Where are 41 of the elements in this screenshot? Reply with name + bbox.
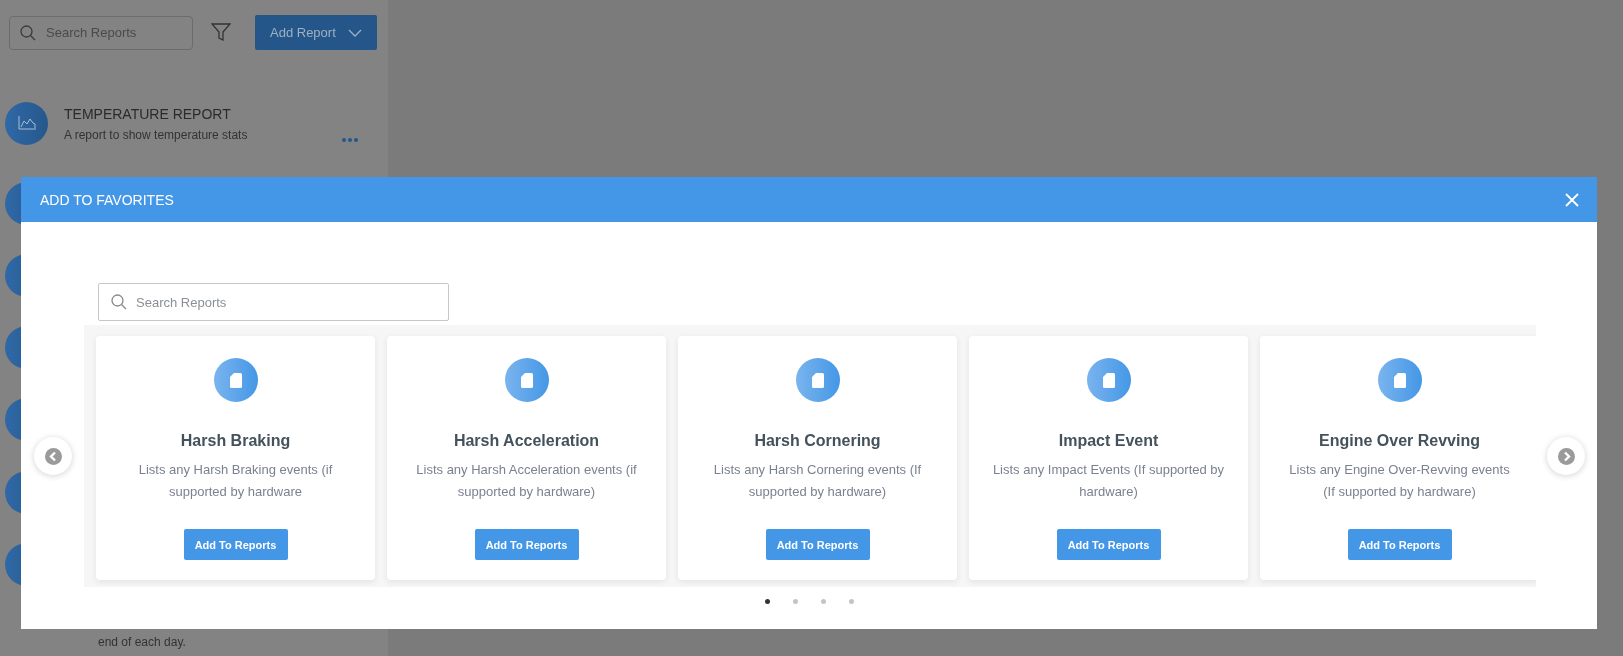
page-dot[interactable] [848, 599, 854, 604]
card-description: Lists any Impact Events (If supported by hardware) [992, 461, 1225, 501]
card-title: Harsh Braking [180, 432, 291, 450]
document-icon [229, 372, 242, 388]
filter-icon[interactable] [211, 23, 231, 42]
add-to-reports-button[interactable]: Add To Reports [1347, 529, 1452, 560]
search-field[interactable]: Search Reports [9, 15, 193, 50]
card-description: Lists any Harsh Acceleration events (if supported by hardware) [415, 461, 638, 501]
more-icon[interactable] [342, 137, 358, 142]
add-to-reports-button[interactable]: Add To Reports [474, 529, 579, 560]
add-report-button[interactable]: Add Report [255, 15, 377, 50]
chevron-right-icon [1557, 447, 1575, 465]
chevron-down-icon [347, 28, 362, 37]
card-description: Lists any Harsh Cornering events (If supported by hardware) [712, 461, 923, 501]
document-icon [811, 372, 824, 388]
card-title: Impact Event [1058, 432, 1159, 450]
report-description: A report to show temperature stats [64, 127, 249, 142]
search-field[interactable]: Search Reports [98, 283, 449, 321]
modal-title: ADD TO FAVORITES [40, 191, 174, 208]
document-icon [520, 372, 533, 388]
report-description: end of each day. [98, 635, 187, 649]
add-to-reports-button[interactable]: Add To Reports [1056, 529, 1161, 560]
document-icon [1102, 372, 1115, 388]
chevron-left-icon [44, 447, 62, 465]
report-title: TEMPERATURE REPORT [64, 105, 232, 122]
card-description: Lists any Harsh Braking events (if supported by hardware [137, 461, 334, 501]
close-icon[interactable] [1565, 192, 1579, 207]
card-title: Harsh Acceleration [453, 432, 600, 450]
page-dot[interactable] [820, 599, 826, 604]
next-button[interactable] [1547, 437, 1585, 475]
add-to-reports-button[interactable]: Add To Reports [765, 529, 870, 560]
add-to-reports-button[interactable]: Add To Reports [183, 529, 288, 560]
previous-button[interactable] [34, 437, 72, 475]
search-icon [20, 24, 36, 41]
card-description: Lists any Engine Over-Revving events (If supported by hardware) [1288, 461, 1511, 501]
page-dot[interactable] [764, 599, 770, 604]
area-chart-icon [17, 116, 36, 131]
document-icon [1393, 372, 1406, 388]
page-dot[interactable] [792, 599, 798, 604]
card-title: Harsh Cornering [754, 432, 881, 450]
card-title: Engine Over Revving [1319, 432, 1480, 450]
